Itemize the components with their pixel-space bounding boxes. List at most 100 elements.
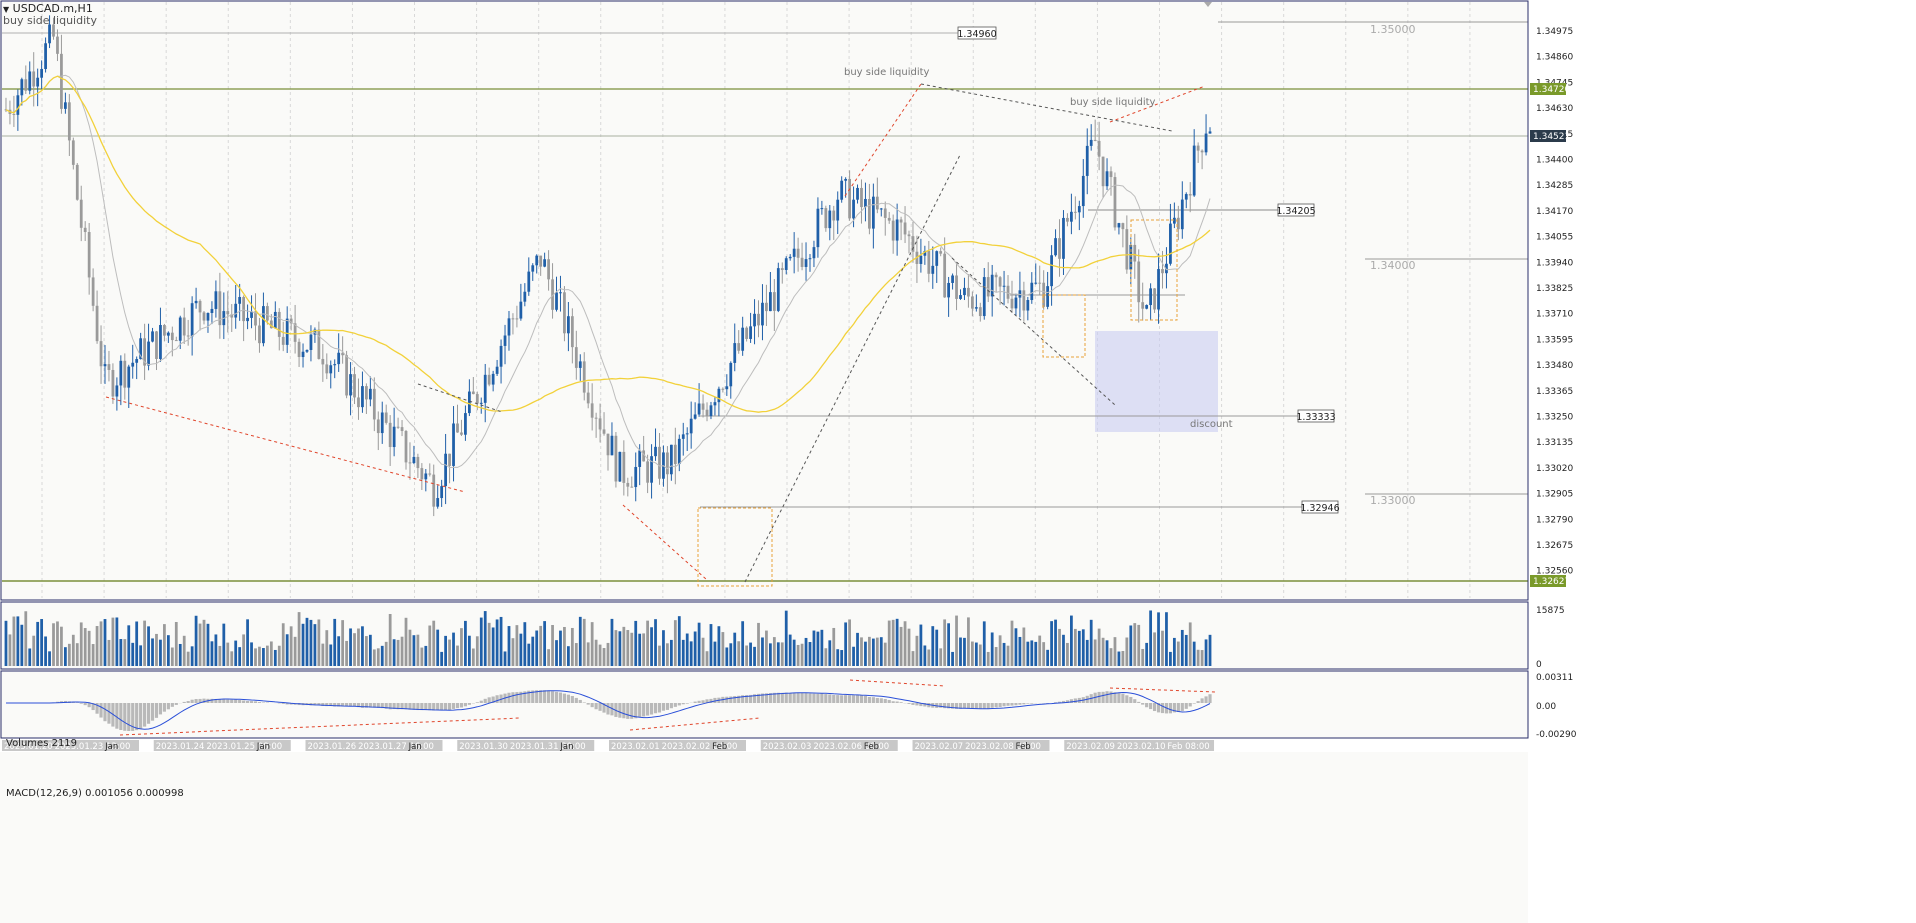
macd-bar [1137,701,1141,703]
volume-bar [1081,629,1085,666]
volume-bar [499,616,503,666]
volume-bar [48,651,51,666]
macd-bar [226,699,230,703]
macd-bar [844,695,848,703]
macd-bar [848,695,852,703]
volume-bar [1018,636,1022,666]
candle-body [194,300,198,304]
price-chart[interactable]: discount 1.349601.342051.333331.329461.3… [0,0,1916,923]
candle-body [1149,288,1152,306]
panel-tick: 0 [1536,660,1542,670]
candle-body [733,343,737,363]
volume-bar [119,639,123,666]
volume-bar [1050,621,1053,666]
volume-bar [79,622,83,666]
volume-bar [467,635,471,666]
candle-body [804,259,808,267]
volume-bar [673,620,677,666]
candle-body [836,199,840,221]
volume-bar [1180,629,1184,666]
candle-body [1109,171,1113,178]
macd-bar [887,700,891,703]
panel-tick: 0.00 [1536,702,1556,712]
candle-body [147,341,150,366]
candle-body [1196,145,1200,151]
candle-body [464,413,467,435]
candle-body [1097,140,1101,157]
candle-body [432,474,436,507]
volume-bar [380,645,384,666]
volume-bar [1054,619,1057,666]
candle-body [832,210,836,221]
candle-body [994,274,998,278]
trend-line [417,383,503,413]
volume-bar [178,643,182,666]
macd-bar [440,703,444,711]
volume-bar [598,644,602,666]
volume-bar [578,616,582,666]
volume-bar [543,621,547,666]
volume-bar [935,629,939,666]
candle-body [990,274,994,297]
candle-body [384,412,388,423]
candle-body [329,365,333,374]
volume-bar [1026,641,1030,666]
volume-bar [824,648,828,666]
candle-body [1145,305,1149,309]
macd-divergence-line [629,717,761,731]
candle-body [1062,217,1065,259]
volume-bar [951,651,954,666]
candle-body [685,433,689,435]
candle-body [487,374,491,385]
macd-bar [1133,699,1137,703]
dropdown-triangle-icon[interactable]: ▼ [3,5,9,14]
volume-bar [436,629,440,666]
volume-bar [1006,645,1010,666]
candle-body [1073,211,1077,213]
chart-window[interactable]: discount 1.34960 1.34205 1.33333 1.32946 1.3… [0,0,1916,923]
macd-bar [673,703,677,707]
macd-bar [99,703,103,718]
macd-bar [594,703,598,710]
candle-body [998,277,1002,287]
candle-body [91,277,95,306]
volume-bar [1157,612,1160,666]
volume-bar [368,634,372,666]
candle-body [614,435,618,482]
volume-bar [769,643,772,666]
macd-bar [249,701,254,703]
candle-body [808,258,812,260]
time-tick: Feb 08:00 [1167,742,1209,752]
candle-body [368,388,372,400]
candle-body [1010,298,1014,309]
candle-body [630,486,634,488]
volume-bar [959,637,962,666]
volume-bar [753,646,756,666]
macd-bar [1022,703,1026,705]
volume-bar [1058,628,1061,666]
candle-body [353,374,356,398]
volume-bar [491,627,495,666]
volume-bar [701,637,705,666]
trend-line [622,504,708,581]
volume-bar [186,651,190,666]
macd-bar [733,696,737,703]
macd-bar [867,696,871,703]
candle-body [780,268,784,270]
volume-bar [982,621,986,666]
volume-bar [357,628,360,666]
candle-body [895,219,899,241]
candle-body [693,414,697,419]
volume-bar [812,630,816,666]
candle-body [123,360,127,388]
volume-bar [1034,641,1038,666]
macd-bar [1188,703,1192,707]
macd-bar [436,703,440,711]
discount-rect [1095,331,1218,432]
volume-bar [757,622,760,666]
candle-body [606,433,610,456]
candle-body [159,324,162,359]
volume-bar [1093,639,1097,666]
volume-bar [574,643,578,666]
macd-label: MACD(12,26,9) 0.001056 0.000998 [6,788,184,799]
